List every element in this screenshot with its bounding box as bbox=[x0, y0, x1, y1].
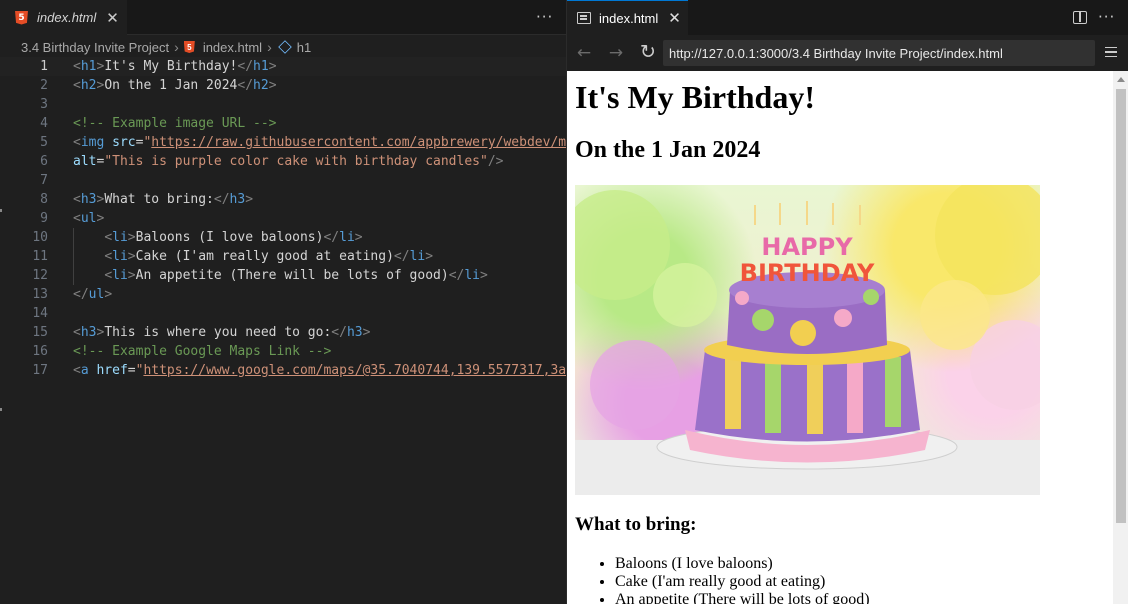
chevron-right-icon: › bbox=[174, 39, 179, 55]
preview-icon bbox=[577, 12, 591, 24]
line-number: 14 bbox=[32, 306, 48, 321]
code-line[interactable]: 11 <li>Cake (I'am really good at eating)… bbox=[0, 247, 566, 266]
code-text[interactable]: <img src="https://raw.githubusercontent.… bbox=[73, 135, 566, 150]
chevron-right-icon: › bbox=[267, 39, 272, 55]
code-text[interactable]: <!-- Example image URL --> bbox=[73, 116, 277, 131]
candles-text: HAPPY bbox=[761, 233, 853, 261]
line-number: 10 bbox=[32, 230, 48, 245]
browser-tab-index-html[interactable]: index.html ✕ bbox=[567, 0, 688, 35]
code-line[interactable]: 10 <li>Baloons (I love baloons)</li> bbox=[0, 228, 566, 247]
editor-tab-label: index.html bbox=[37, 10, 97, 25]
bring-list: Baloons (I love baloons) Cake (I'am real… bbox=[615, 555, 870, 604]
code-text[interactable]: alt="This is purple color cake with birt… bbox=[73, 154, 503, 169]
line-number: 4 bbox=[40, 116, 48, 131]
birthday-cake-image: HAPPY BIRTHDAY bbox=[575, 185, 1040, 495]
code-line[interactable]: 4 <!-- Example image URL --> bbox=[0, 114, 566, 133]
line-number: 2 bbox=[40, 78, 48, 93]
browser-tab-label: index.html bbox=[599, 10, 659, 26]
code-text[interactable]: </ul> bbox=[73, 287, 112, 302]
html5-icon: 5 bbox=[15, 10, 28, 25]
code-line[interactable]: 8 <h3>What to bring:</h3> bbox=[0, 190, 566, 209]
more-actions-icon[interactable]: ··· bbox=[536, 8, 553, 26]
code-text[interactable]: <ul> bbox=[73, 211, 104, 226]
more-actions-icon[interactable]: ··· bbox=[1098, 8, 1115, 26]
back-arrow-icon[interactable]: ← bbox=[573, 42, 595, 64]
list-item: An appetite (There will be lots of good) bbox=[615, 591, 870, 604]
browser-nav-bar: ← → ↻ http://127.0.0.1:3000/3.4 Birthday… bbox=[567, 35, 1128, 71]
code-text[interactable]: <!-- Example Google Maps Link --> bbox=[73, 344, 331, 359]
breadcrumb: 3.4 Birthday Invite Project › 5 index.ht… bbox=[0, 36, 566, 58]
menu-icon[interactable] bbox=[1105, 47, 1117, 57]
split-editor-icon[interactable] bbox=[1073, 11, 1087, 24]
forward-arrow-icon[interactable]: → bbox=[605, 42, 627, 64]
url-input[interactable]: http://127.0.0.1:3000/3.4 Birthday Invit… bbox=[663, 40, 1095, 66]
breadcrumb-file[interactable]: index.html bbox=[203, 40, 262, 55]
page-scrollbar[interactable] bbox=[1113, 71, 1128, 604]
line-number: 8 bbox=[40, 192, 48, 207]
code-line[interactable]: 13 </ul> bbox=[0, 285, 566, 304]
line-number: 17 bbox=[32, 363, 48, 378]
line-number: 15 bbox=[32, 325, 48, 340]
line-number: 9 bbox=[40, 211, 48, 226]
code-line[interactable]: 5 <img src="https://raw.githubusercontent… bbox=[0, 133, 566, 152]
indent-guide bbox=[73, 228, 74, 285]
page-heading-h2: On the 1 Jan 2024 bbox=[575, 137, 761, 163]
close-icon[interactable]: ✕ bbox=[668, 9, 681, 27]
code-line[interactable]: 1 <h1>It's My Birthday!</h1> bbox=[0, 57, 566, 76]
line-number: 1 bbox=[40, 59, 48, 74]
editor-tab-index-html[interactable]: 5 index.html ✕ bbox=[0, 0, 127, 35]
code-text[interactable]: <h2>On the 1 Jan 2024</h2> bbox=[73, 78, 277, 93]
close-icon[interactable]: ✕ bbox=[106, 9, 119, 27]
line-number: 11 bbox=[32, 249, 48, 264]
line-number: 6 bbox=[40, 154, 48, 169]
page-viewport: It's My Birthday! On the 1 Jan 2024 HAPP… bbox=[567, 71, 1113, 604]
reload-icon[interactable]: ↻ bbox=[637, 41, 659, 63]
scroll-thumb[interactable] bbox=[1116, 89, 1126, 523]
code-line[interactable]: 6 alt="This is purple color cake with bir… bbox=[0, 152, 566, 171]
scroll-up-arrow-icon[interactable] bbox=[1117, 77, 1125, 82]
code-text[interactable]: <h1>It's My Birthday!</h1> bbox=[73, 59, 277, 74]
line-number: 12 bbox=[32, 268, 48, 283]
line-number: 3 bbox=[40, 97, 48, 112]
code-line[interactable]: 16 <!-- Example Google Maps Link --> bbox=[0, 342, 566, 361]
list-item: Cake (I'am really good at eating) bbox=[615, 573, 870, 591]
code-line[interactable]: 15 <h3>This is where you need to go:</h3> bbox=[0, 323, 566, 342]
breadcrumb-folder[interactable]: 3.4 Birthday Invite Project bbox=[21, 40, 169, 55]
line-number: 16 bbox=[32, 344, 48, 359]
code-text[interactable]: <h3>What to bring:</h3> bbox=[73, 192, 253, 207]
code-line[interactable]: 7 bbox=[0, 171, 566, 190]
breadcrumb-symbol[interactable]: h1 bbox=[297, 40, 311, 55]
symbol-element-icon bbox=[277, 40, 292, 54]
code-text-area[interactable]: 1 <h1>It's My Birthday!</h1> 2 <h2>On the 1… bbox=[0, 57, 566, 604]
code-line[interactable]: 12 <li>An appetite (There will be lots o… bbox=[0, 266, 566, 285]
code-line[interactable]: 14 bbox=[0, 304, 566, 323]
code-line[interactable]: 3 bbox=[0, 95, 566, 114]
code-text[interactable]: <h3>This is where you need to go:</h3> bbox=[73, 325, 370, 340]
page-heading-h1: It's My Birthday! bbox=[575, 79, 815, 115]
code-text[interactable]: <li>An appetite (There will be lots of g… bbox=[73, 268, 488, 283]
code-text[interactable]: <a href="https://www.google.com/maps/@35… bbox=[73, 363, 566, 378]
gutter-marker bbox=[0, 209, 2, 212]
code-line[interactable]: 17 <a href="https://www.google.com/maps/@… bbox=[0, 361, 566, 380]
browser-tab-bar: index.html ✕ ··· bbox=[567, 0, 1128, 35]
line-number: 13 bbox=[32, 287, 48, 302]
candles-text: BIRTHDAY bbox=[740, 259, 875, 287]
cake-illustration: HAPPY BIRTHDAY bbox=[575, 185, 1040, 495]
code-editor[interactable]: 5 index.html ✕ ··· 3.4 Birthday Invite P… bbox=[0, 0, 566, 604]
line-number: 7 bbox=[40, 173, 48, 188]
code-line[interactable]: 9 <ul> bbox=[0, 209, 566, 228]
editor-tab-bar: 5 index.html ✕ ··· bbox=[0, 0, 566, 35]
page-heading-h3: What to bring: bbox=[575, 514, 697, 535]
code-text[interactable]: <li>Baloons (I love baloons)</li> bbox=[73, 230, 362, 245]
line-number: 5 bbox=[40, 135, 48, 150]
gutter-marker bbox=[0, 408, 2, 411]
simple-browser-pane: index.html ✕ ··· ← → ↻ http://127.0.0.1:… bbox=[566, 0, 1128, 604]
code-text[interactable]: <li>Cake (I'am really good at eating)</l… bbox=[73, 249, 433, 264]
code-line[interactable]: 2 <h2>On the 1 Jan 2024</h2> bbox=[0, 76, 566, 95]
list-item: Baloons (I love baloons) bbox=[615, 555, 870, 573]
html5-icon: 5 bbox=[183, 41, 195, 53]
